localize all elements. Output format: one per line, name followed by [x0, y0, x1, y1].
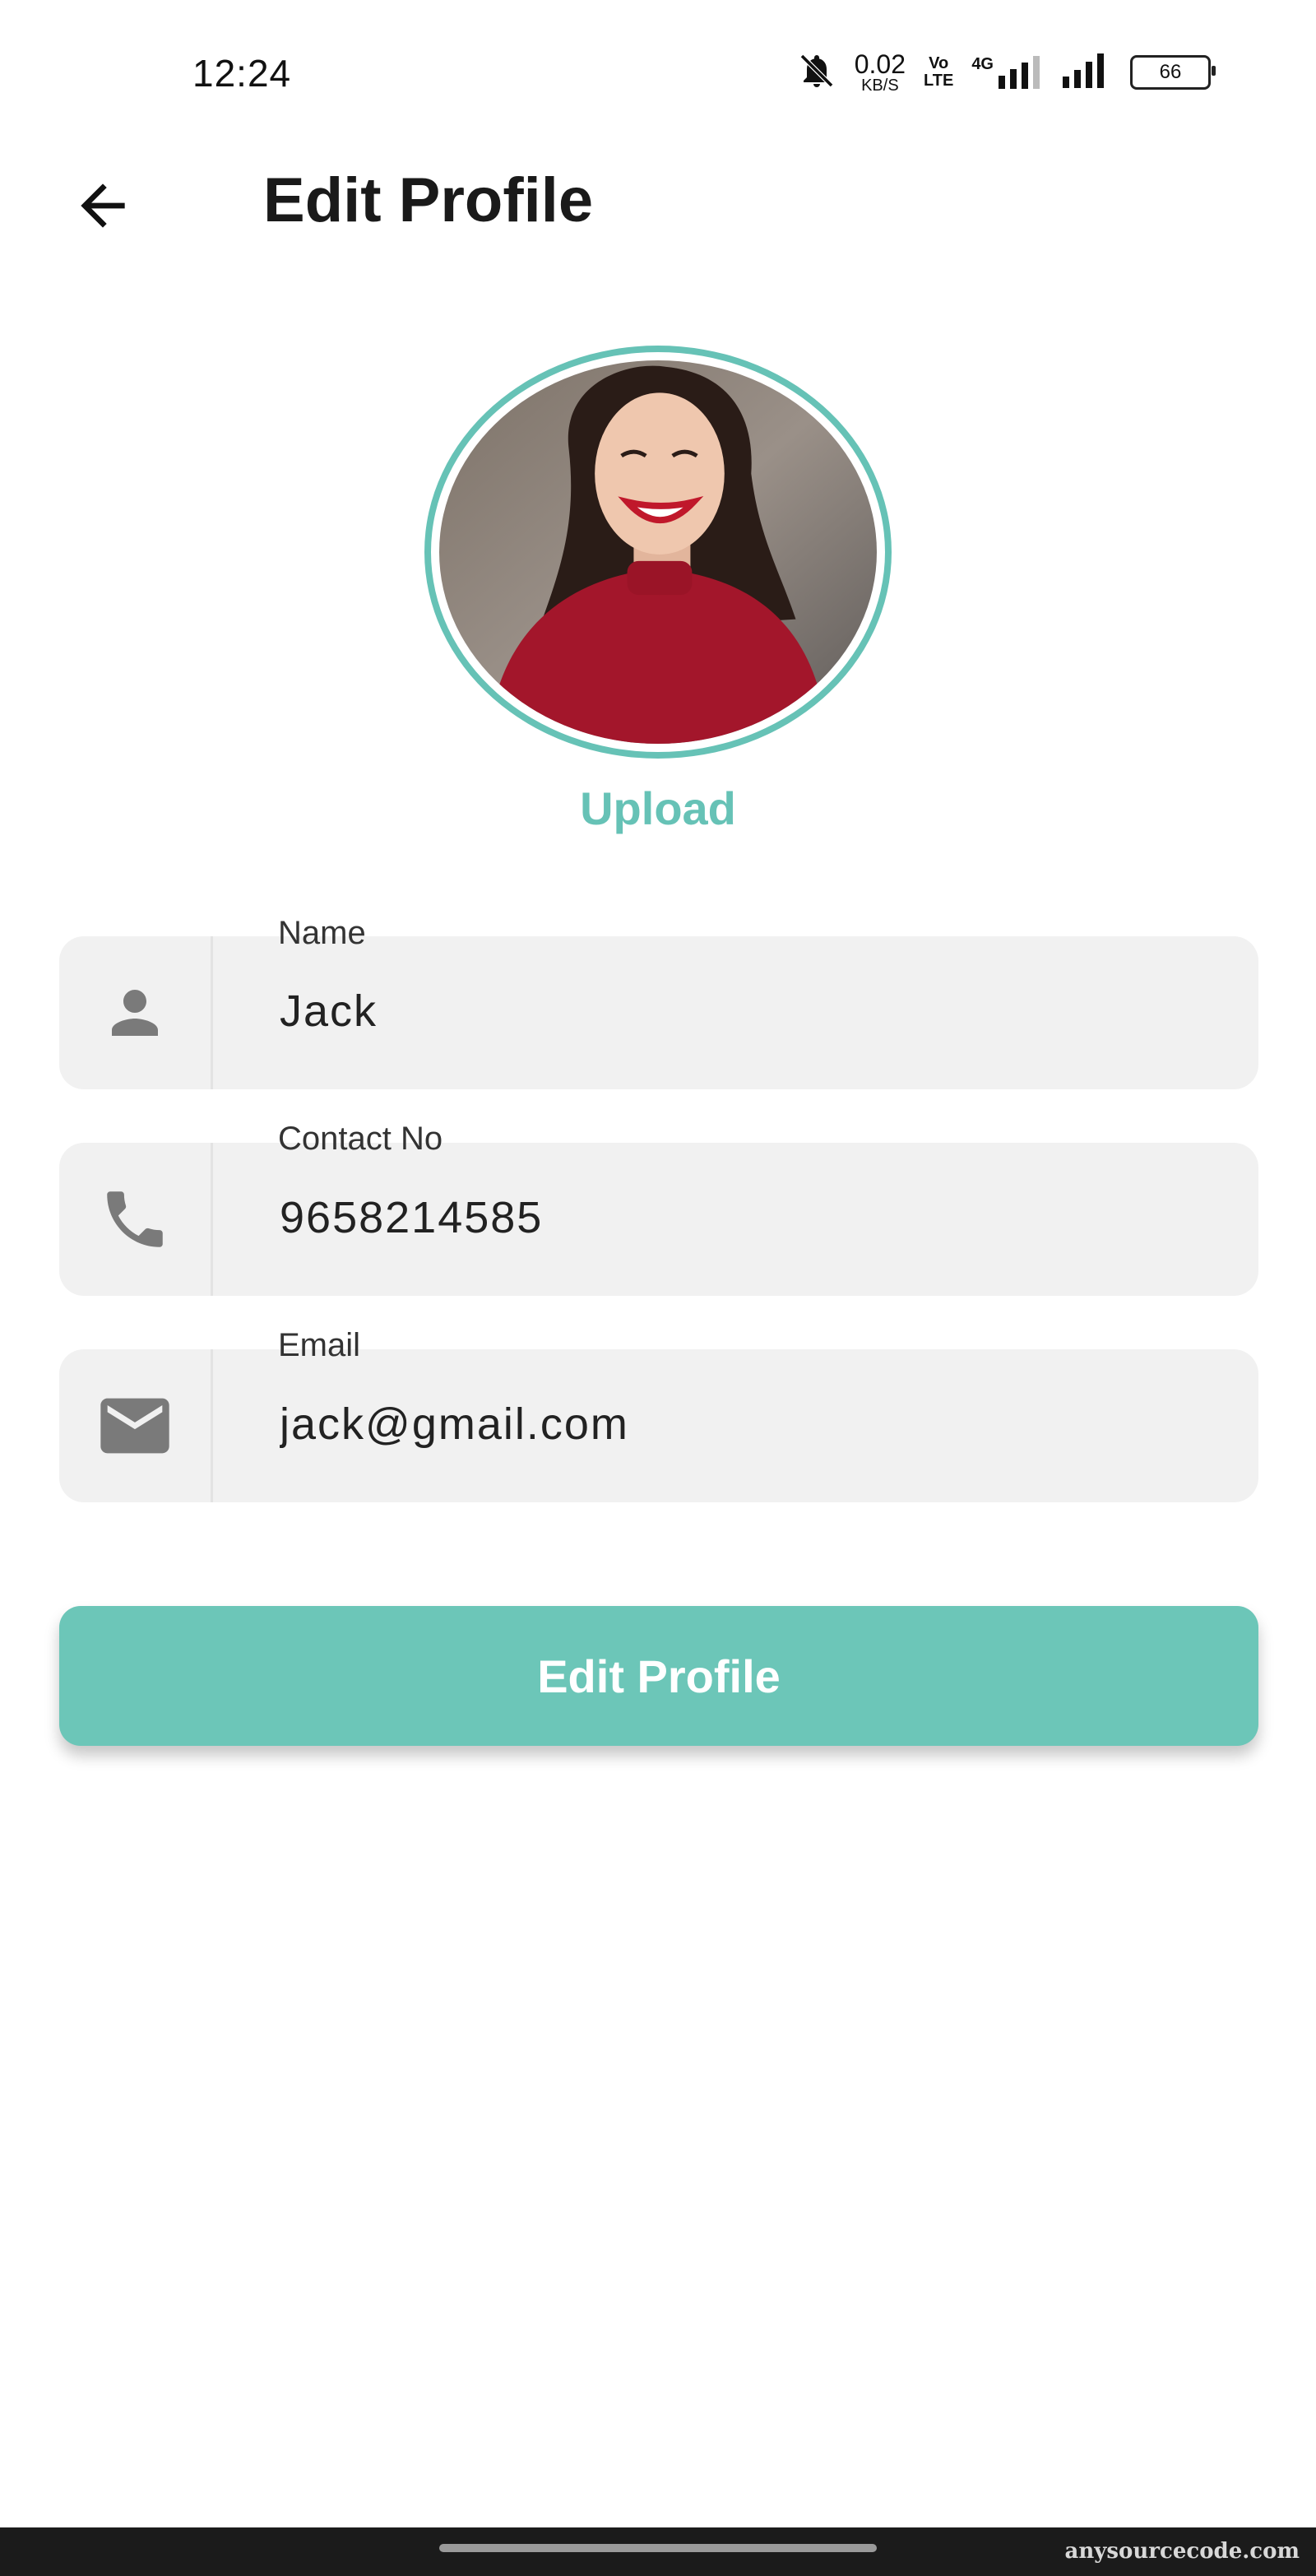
- network-type-label: 4G: [971, 55, 994, 73]
- arrow-left-icon: [81, 183, 125, 228]
- network-speed: 0.02 KB/S: [855, 51, 906, 94]
- back-button[interactable]: [66, 169, 140, 243]
- name-label: Name: [278, 915, 366, 951]
- email-input[interactable]: [278, 1382, 1227, 1466]
- network-speed-value: 0.02: [854, 49, 906, 79]
- watermark: anysourcecode.com: [1064, 2539, 1300, 2564]
- wifi-signal-icon: [1061, 53, 1112, 92]
- name-field-icon-cell: [59, 936, 211, 1089]
- field-divider: [211, 936, 213, 1089]
- status-time: 12:24: [192, 52, 292, 95]
- edit-profile-button[interactable]: Edit Profile: [59, 1606, 1258, 1746]
- contact-input[interactable]: [278, 1176, 1227, 1260]
- mail-icon: [100, 1398, 169, 1454]
- status-icons: 0.02 KB/S Vo LTE 4G 66: [797, 48, 1216, 97]
- signal-bars-icon: [999, 56, 1040, 89]
- upload-photo-link[interactable]: Upload: [0, 782, 1316, 835]
- person-icon: [112, 990, 158, 1036]
- status-bar: 12:24 0.02 KB/S Vo LTE 4G 66: [0, 0, 1316, 148]
- contact-label: Contact No: [278, 1121, 443, 1157]
- volte-label-top: Vo: [929, 54, 949, 72]
- home-indicator[interactable]: [439, 2544, 877, 2552]
- battery-indicator: 66: [1130, 55, 1216, 90]
- name-field: [59, 936, 1258, 1089]
- network-speed-unit: KB/S: [861, 77, 899, 95]
- navigation-bar: anysourcecode.com: [0, 2527, 1316, 2576]
- contact-field: [59, 1143, 1258, 1296]
- name-input[interactable]: [278, 969, 1227, 1053]
- volte-indicator: Vo LTE: [924, 55, 953, 90]
- phone-icon: [107, 1191, 163, 1247]
- email-field: [59, 1349, 1258, 1502]
- mute-bell-icon: [797, 51, 836, 95]
- mobile-data-signal: 4G: [971, 56, 1043, 89]
- email-label: Email: [278, 1327, 361, 1363]
- field-divider: [211, 1143, 213, 1296]
- battery-level: 66: [1159, 61, 1182, 83]
- avatar-ring[interactable]: [424, 346, 892, 759]
- profile-avatar: [439, 360, 877, 744]
- contact-field-icon-cell: [59, 1143, 211, 1296]
- email-field-icon-cell: [59, 1349, 211, 1502]
- volte-label-bottom: LTE: [924, 72, 954, 90]
- page-title: Edit Profile: [263, 165, 594, 235]
- field-divider: [211, 1349, 213, 1502]
- profile-photo: [439, 360, 877, 744]
